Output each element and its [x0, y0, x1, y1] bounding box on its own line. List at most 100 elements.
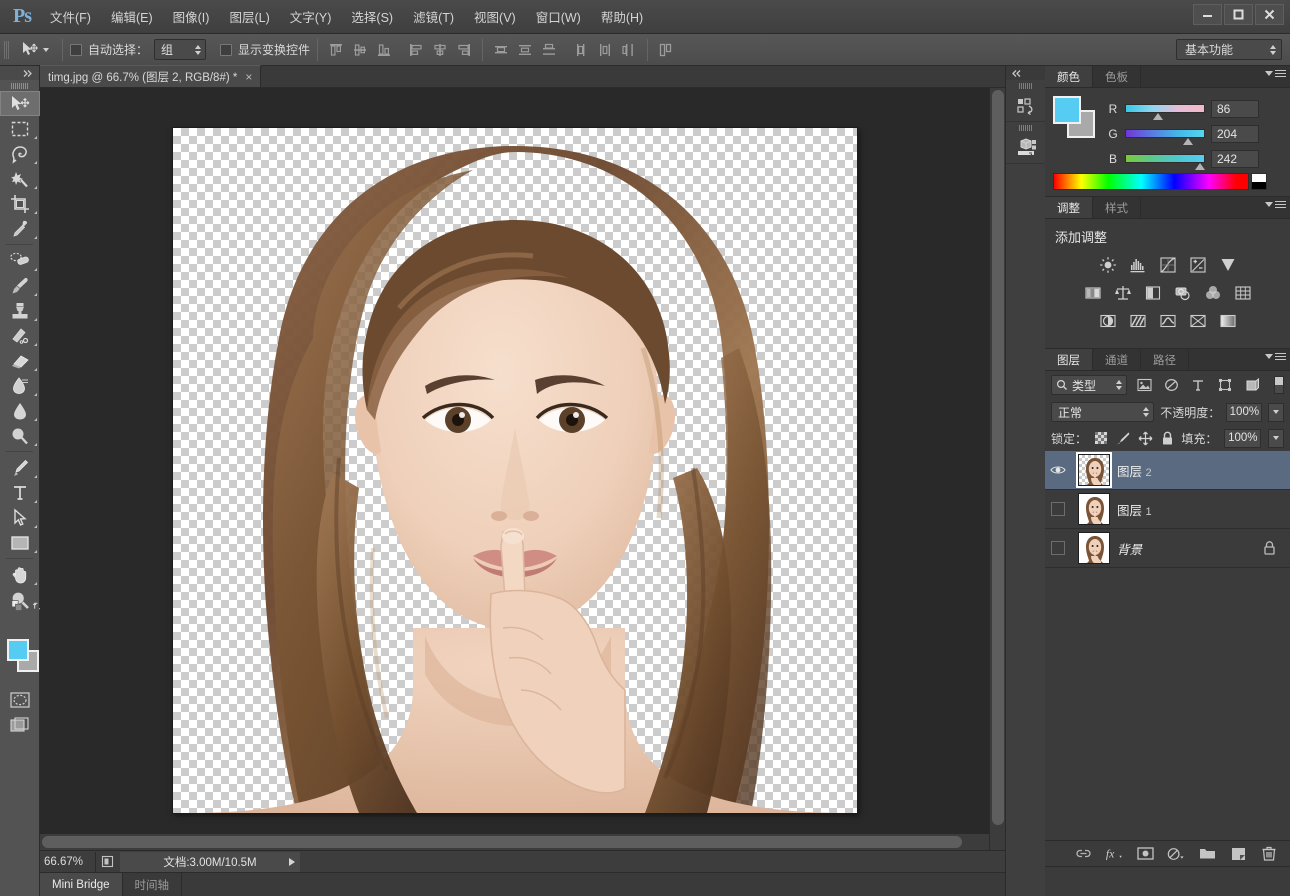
channel-value-r[interactable]: 86	[1211, 99, 1259, 118]
invert-icon[interactable]	[1097, 310, 1119, 332]
lock-image-pixels-icon[interactable]	[1116, 430, 1131, 446]
channel-value-g[interactable]: 204	[1211, 124, 1259, 143]
filter-smart-object-icon[interactable]	[1242, 375, 1262, 395]
rectangle-tool[interactable]	[0, 530, 40, 555]
table-row[interactable]: 背景	[1045, 529, 1290, 568]
menu-window[interactable]: 窗口(W)	[526, 0, 591, 33]
expand-arrow-icon[interactable]	[289, 857, 295, 866]
layer-thumbnail[interactable]	[1078, 532, 1110, 564]
auto-select-target-dropdown[interactable]: 组	[154, 39, 207, 60]
align-top-edges-icon[interactable]	[325, 39, 347, 61]
rectangular-marquee-tool[interactable]	[0, 116, 40, 141]
collapse-left-icon[interactable]	[1006, 66, 1045, 80]
crop-tool[interactable]	[0, 191, 40, 216]
black-white-swatches[interactable]	[1251, 173, 1267, 190]
tab-timeline[interactable]: 时间轴	[123, 873, 183, 896]
distribute-right-edges-icon[interactable]	[618, 39, 640, 61]
filter-shape-icon[interactable]	[1215, 375, 1235, 395]
tab-styles[interactable]: 样式	[1093, 197, 1141, 218]
canvas-vertical-scrollbar[interactable]	[989, 88, 1005, 850]
scrollbar-thumb[interactable]	[42, 836, 962, 848]
gradient-map-icon[interactable]	[1217, 310, 1239, 332]
tab-mini-bridge[interactable]: Mini Bridge	[40, 873, 123, 896]
levels-icon[interactable]	[1127, 254, 1149, 276]
photo-filter-icon[interactable]	[1172, 282, 1194, 304]
align-bottom-edges-icon[interactable]	[373, 39, 395, 61]
distribute-top-edges-icon[interactable]	[490, 39, 512, 61]
panel-menu-icon[interactable]	[1265, 201, 1286, 208]
brightness-contrast-icon[interactable]	[1097, 254, 1119, 276]
close-icon[interactable]	[1255, 4, 1284, 25]
layer-visibility-toggle[interactable]	[1045, 541, 1071, 555]
scrollbar-thumb[interactable]	[992, 90, 1004, 825]
3d-panel-icon[interactable]	[1006, 133, 1045, 163]
quick-mask-icon[interactable]	[0, 687, 40, 712]
tab-layers[interactable]: 图层	[1045, 349, 1093, 370]
channel-mixer-icon[interactable]	[1202, 282, 1224, 304]
color-balance-icon[interactable]	[1112, 282, 1134, 304]
blur-tool[interactable]	[0, 398, 40, 423]
canvas-area[interactable]	[40, 88, 1005, 850]
tools-panel-grip[interactable]	[0, 80, 39, 91]
canvas-horizontal-scrollbar[interactable]	[40, 834, 989, 850]
current-tool-preset[interactable]	[14, 38, 55, 62]
filter-toggle-switch[interactable]	[1274, 376, 1284, 394]
opacity-value-field[interactable]: 100%	[1226, 402, 1263, 422]
menu-select[interactable]: 选择(S)	[341, 0, 403, 33]
foreground-color-swatch[interactable]	[1053, 96, 1081, 124]
tab-channels[interactable]: 通道	[1093, 349, 1141, 370]
channel-slider-r[interactable]	[1125, 104, 1205, 120]
align-horizontal-centers-icon[interactable]	[429, 39, 451, 61]
distribute-vertical-centers-icon[interactable]	[514, 39, 536, 61]
table-row[interactable]: 图层 1	[1045, 490, 1290, 529]
minimize-icon[interactable]	[1193, 4, 1222, 25]
layer-name[interactable]: 背景	[1117, 539, 1142, 558]
lasso-tool[interactable]	[0, 141, 40, 166]
tab-adjustments[interactable]: 调整	[1045, 197, 1093, 218]
fill-slider-toggle[interactable]	[1268, 428, 1284, 448]
layer-filter-type-dropdown[interactable]: 类型	[1051, 375, 1127, 395]
spot-healing-brush-tool[interactable]	[0, 248, 40, 273]
channel-value-b[interactable]: 242	[1211, 149, 1259, 168]
layer-thumbnail-cell[interactable]	[1071, 452, 1117, 488]
opacity-slider-toggle[interactable]	[1268, 402, 1284, 422]
brush-tool[interactable]	[0, 273, 40, 298]
filter-pixel-icon[interactable]	[1134, 375, 1154, 395]
add-layer-mask-icon[interactable]	[1136, 845, 1154, 863]
new-adjustment-layer-icon[interactable]	[1167, 845, 1185, 863]
filter-type-icon[interactable]	[1188, 375, 1208, 395]
collapse-right-icon[interactable]	[0, 66, 39, 80]
horizontal-type-tool[interactable]	[0, 480, 40, 505]
menu-layer[interactable]: 图层(L)	[219, 0, 279, 33]
pen-tool[interactable]	[0, 455, 40, 480]
tab-color[interactable]: 颜色	[1045, 66, 1093, 87]
filter-adjustment-icon[interactable]	[1161, 375, 1181, 395]
layer-name[interactable]: 图层 1	[1117, 500, 1152, 519]
slider-knob[interactable]	[1195, 163, 1205, 170]
layer-thumbnail[interactable]	[1076, 452, 1112, 488]
tool-preset-chevron-icon[interactable]	[43, 47, 49, 52]
history-brush-tool[interactable]	[0, 323, 40, 348]
maximize-icon[interactable]	[1224, 4, 1253, 25]
new-layer-icon[interactable]	[1229, 845, 1247, 863]
eraser-tool[interactable]	[0, 348, 40, 373]
document-tab[interactable]: timg.jpg @ 66.7% (图层 2, RGB/8#) * ×	[40, 65, 262, 87]
distribute-horizontal-centers-icon[interactable]	[594, 39, 616, 61]
channel-slider-b[interactable]	[1125, 154, 1205, 170]
clone-stamp-tool[interactable]	[0, 298, 40, 323]
channel-slider-g[interactable]	[1125, 129, 1205, 145]
move-tool[interactable]	[0, 91, 40, 116]
color-spectrum-ramp[interactable]	[1053, 173, 1249, 190]
selective-color-icon[interactable]	[1187, 310, 1209, 332]
zoom-level-field[interactable]: 66.67%	[40, 851, 96, 872]
delete-layer-icon[interactable]	[1260, 845, 1278, 863]
layer-name[interactable]: 图层 2	[1117, 461, 1152, 480]
magic-wand-tool[interactable]	[0, 166, 40, 191]
auto-align-layers-icon[interactable]	[655, 39, 677, 61]
menu-file[interactable]: 文件(F)	[40, 0, 101, 33]
curves-icon[interactable]	[1157, 254, 1179, 276]
lock-position-icon[interactable]	[1138, 430, 1153, 446]
lock-transparent-pixels-icon[interactable]	[1094, 430, 1109, 446]
menu-type[interactable]: 文字(Y)	[280, 0, 342, 33]
layer-thumbnail-cell[interactable]	[1071, 532, 1117, 564]
